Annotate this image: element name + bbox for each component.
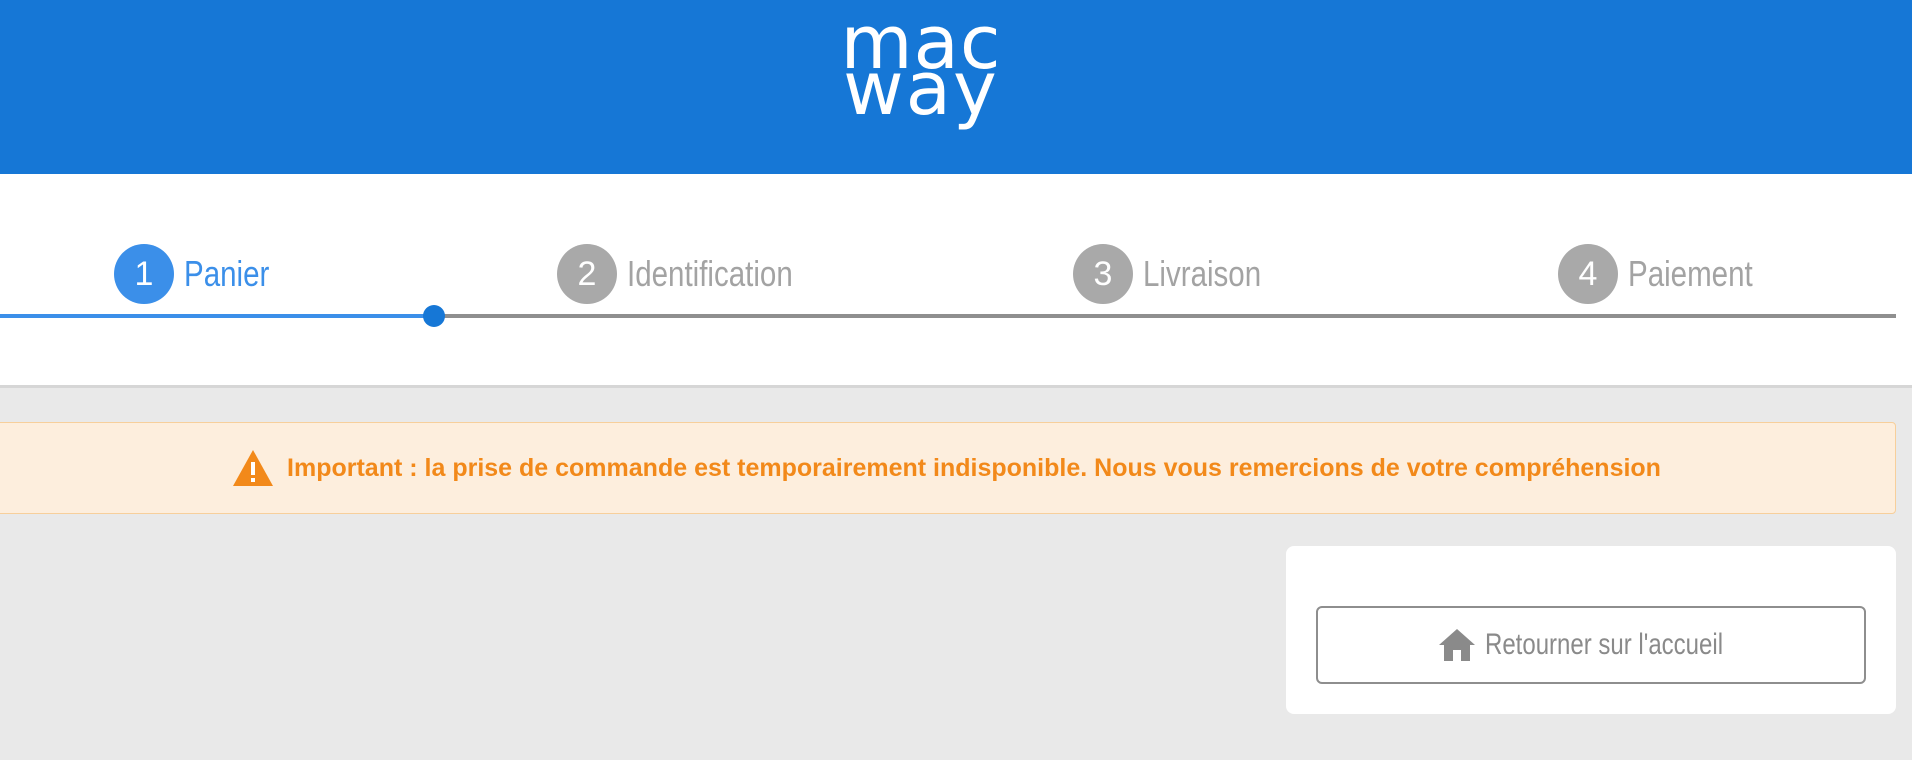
return-home-label: Retourner sur l'accueil — [1485, 628, 1724, 661]
actions-card: Retourner sur l'accueil — [1286, 546, 1896, 714]
step-paiement[interactable]: 4 Paiement — [1558, 244, 1780, 304]
macway-logo[interactable]: mac way — [826, 6, 1016, 152]
checkout-steps: 1 Panier 2 Identification 3 Livraison 4 … — [0, 174, 1912, 388]
step-number: 2 — [557, 244, 617, 304]
progress-marker — [423, 305, 445, 327]
alert-message: Important : la prise de commande est tem… — [287, 453, 1661, 482]
logo-text-bottom: way — [843, 46, 999, 132]
step-label: Livraison — [1143, 253, 1262, 294]
step-label: Paiement — [1628, 253, 1753, 294]
step-panier[interactable]: 1 Panier — [114, 244, 288, 304]
step-livraison[interactable]: 3 Livraison — [1073, 244, 1287, 304]
progress-fill — [0, 314, 434, 318]
step-label: Identification — [627, 253, 793, 294]
return-home-button[interactable]: Retourner sur l'accueil — [1316, 606, 1866, 684]
step-number: 4 — [1558, 244, 1618, 304]
step-number: 3 — [1073, 244, 1133, 304]
site-header: mac way — [0, 0, 1912, 174]
order-unavailable-alert: Important : la prise de commande est tem… — [0, 422, 1896, 514]
step-label: Panier — [184, 253, 270, 294]
step-number: 1 — [114, 244, 174, 304]
warning-triangle-icon — [233, 450, 274, 486]
home-icon — [1439, 629, 1475, 661]
step-identification[interactable]: 2 Identification — [557, 244, 829, 304]
